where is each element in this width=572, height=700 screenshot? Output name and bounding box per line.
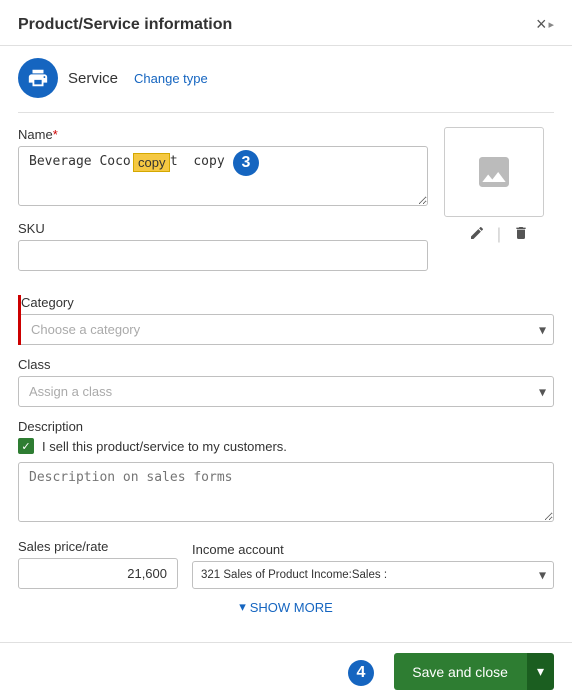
service-type-row: Service Change type xyxy=(18,58,554,98)
income-label: Income account xyxy=(192,542,554,557)
category-select-wrapper: Choose a category ▾ xyxy=(21,314,554,345)
category-label: Category xyxy=(21,295,554,310)
name-section: Name* Beverage Coco Coast copy copy 3 SK… xyxy=(18,127,428,283)
modal-body: Service Change type Name* Beverage Coco … xyxy=(0,46,572,642)
image-section: | xyxy=(444,127,554,283)
class-label: Class xyxy=(18,357,554,372)
description-input[interactable] xyxy=(18,462,554,522)
checkbox-row: ✓ I sell this product/service to my cust… xyxy=(18,438,554,454)
show-more-row: ▾ SHOW MORE xyxy=(18,599,554,615)
sku-label: SKU xyxy=(18,221,428,236)
price-input[interactable] xyxy=(18,558,178,589)
edit-image-button[interactable] xyxy=(467,223,487,246)
modal-header: Product/Service information × ▸ xyxy=(0,0,572,46)
category-field: Category Choose a category ▾ xyxy=(18,295,554,345)
image-placeholder xyxy=(444,127,544,217)
save-close-button[interactable]: Save and close xyxy=(394,653,526,690)
description-label: Description xyxy=(18,419,554,434)
product-service-modal: Product/Service information × ▸ Service … xyxy=(0,0,572,700)
price-income-row: Sales price/rate Income account 321 Sale… xyxy=(18,539,554,589)
name-image-section: Name* Beverage Coco Coast copy copy 3 SK… xyxy=(18,127,554,283)
sell-checkbox[interactable]: ✓ xyxy=(18,438,34,454)
image-actions: | xyxy=(444,223,554,246)
name-label: Name* xyxy=(18,127,428,142)
sku-field: SKU xyxy=(18,221,428,271)
show-more-link[interactable]: ▾ SHOW MORE xyxy=(239,599,333,615)
save-dropdown-icon: ▾ xyxy=(537,663,544,679)
sell-checkbox-label: I sell this product/service to my custom… xyxy=(42,439,287,454)
category-select[interactable]: Choose a category xyxy=(21,314,554,345)
save-button-group: Save and close ▾ xyxy=(394,653,554,690)
service-icon xyxy=(18,58,58,98)
income-select-wrapper: 321 Sales of Product Income:Sales : ▾ xyxy=(192,561,554,589)
close-button[interactable]: × ▸ xyxy=(536,14,554,35)
change-type-link[interactable]: Change type xyxy=(134,71,208,86)
modal-title: Product/Service information xyxy=(18,16,232,34)
price-label: Sales price/rate xyxy=(18,539,178,554)
name-input[interactable]: Beverage Coco Coast copy xyxy=(18,146,428,206)
sku-input[interactable] xyxy=(18,240,428,271)
image-divider: | xyxy=(497,226,501,244)
name-input-wrapper: Beverage Coco Coast copy copy 3 xyxy=(18,146,428,211)
modal-footer: 4 Save and close ▾ xyxy=(0,642,572,700)
income-field: Income account 321 Sales of Product Inco… xyxy=(192,542,554,589)
description-field: Description ✓ I sell this product/servic… xyxy=(18,419,554,527)
delete-image-button[interactable] xyxy=(511,223,531,246)
class-select-wrapper: Assign a class ▾ xyxy=(18,376,554,407)
save-dropdown-button[interactable]: ▾ xyxy=(526,653,554,690)
section-divider xyxy=(18,112,554,113)
class-select[interactable]: Assign a class xyxy=(18,376,554,407)
price-field: Sales price/rate xyxy=(18,539,178,589)
service-type-label: Service xyxy=(68,70,118,87)
step-4-badge: 4 xyxy=(348,660,374,686)
income-select[interactable]: 321 Sales of Product Income:Sales : xyxy=(192,561,554,589)
class-field: Class Assign a class ▾ xyxy=(18,357,554,407)
